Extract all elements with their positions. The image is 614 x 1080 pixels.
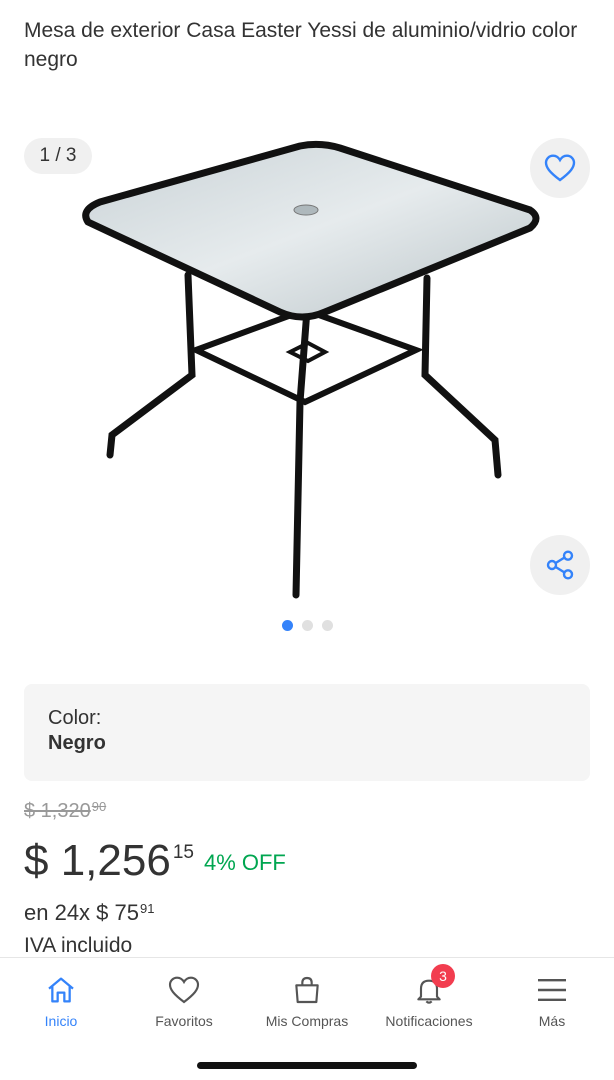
home-indicator: [197, 1062, 417, 1069]
pagination-dot[interactable]: [281, 620, 293, 631]
product-image[interactable]: [70, 140, 550, 600]
installments-info: en 24x $ 75 91: [24, 898, 154, 928]
nav-label: Mis Compras: [265, 1013, 349, 1029]
variant-label: Color:: [48, 707, 102, 729]
home-icon: [41, 972, 81, 1008]
tax-note: IVA incluido: [24, 934, 133, 957]
menu-icon: [532, 972, 572, 1008]
discount-badge: 4% OFF: [203, 850, 286, 875]
pagination-dot[interactable]: [301, 620, 313, 631]
heart-icon: [544, 154, 576, 182]
nav-label: Notificaciones: [385, 1013, 473, 1029]
current-price: $ 1,256 15 4% OFF: [24, 835, 286, 887]
share-icon: [546, 550, 574, 580]
nav-label: Inicio: [44, 1013, 78, 1029]
heart-icon: [164, 972, 204, 1008]
nav-item-favoritos[interactable]: Favoritos: [124, 972, 244, 1029]
variant-value: Negro: [48, 732, 106, 754]
nav-label: Más: [538, 1013, 566, 1029]
product-title: Mesa de exterior Casa Easter Yessi de al…: [24, 19, 578, 71]
original-price-cents: 90: [91, 799, 107, 814]
nav-item-inicio[interactable]: Inicio: [1, 972, 121, 1029]
nav-item-notificaciones[interactable]: 3 Notificaciones: [369, 964, 489, 1029]
favorite-button[interactable]: [530, 138, 590, 198]
price-cents: 15: [172, 842, 194, 863]
nav-item-mas[interactable]: Más: [492, 972, 612, 1029]
product-gallery[interactable]: 1 / 3: [0, 130, 614, 620]
original-price: $ 1,320 90: [24, 800, 106, 823]
installments-cents: 91: [139, 901, 155, 916]
bell-icon: 3: [409, 964, 455, 1008]
nav-item-mis-compras[interactable]: Mis Compras: [247, 972, 367, 1029]
price-amount: $ 1,256: [24, 836, 171, 885]
nav-label: Favoritos: [155, 1013, 213, 1029]
color-variant-selector[interactable]: Color: Negro: [24, 684, 590, 781]
pagination-dot[interactable]: [321, 620, 333, 631]
installments-amount: en 24x $ 75: [24, 900, 139, 925]
original-price-amount: $ 1,320: [24, 800, 91, 822]
notification-badge: 3: [431, 964, 455, 988]
bag-icon: [287, 972, 327, 1008]
share-button[interactable]: [530, 535, 590, 595]
gallery-pagination: [0, 620, 614, 631]
